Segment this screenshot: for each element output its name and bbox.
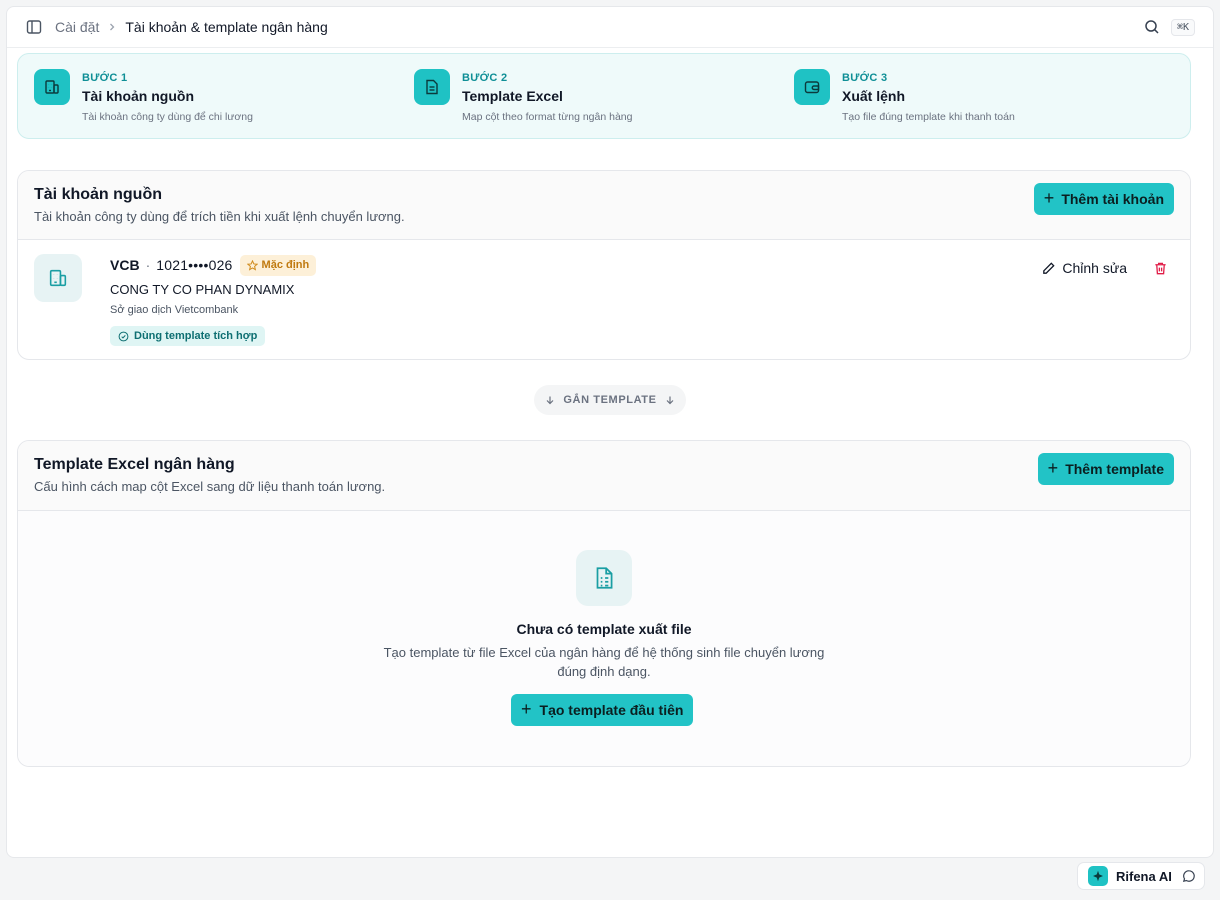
ai-assistant-button[interactable]: Rifena AI (1077, 862, 1205, 890)
plus-icon: + (1043, 188, 1055, 208)
plus-icon: + (1047, 458, 1059, 478)
button-label: Thêm template (1065, 461, 1164, 477)
top-bar: Cài đặt Tài khoản & template ngân hàng ⌘… (7, 7, 1213, 48)
step-desc: Tài khoản công ty dùng để chi lương (82, 111, 253, 123)
account-bank: VCB (110, 257, 140, 273)
search-shortcut-badge[interactable]: ⌘K (1170, 18, 1195, 36)
card-title: Template Excel ngân hàng (34, 456, 235, 473)
chevron-right-icon (107, 22, 117, 32)
step-desc: Tạo file đúng template khi thanh toán (842, 111, 1015, 123)
connector-label: GẮN TEMPLATE (563, 394, 657, 406)
card-title: Tài khoản nguồn (34, 186, 162, 203)
default-badge-label: Mặc định (261, 259, 310, 271)
card-header: Template Excel ngân hàng Cấu hình cách m… (18, 441, 1190, 511)
button-label: Tạo template đầu tiên (539, 702, 684, 718)
breadcrumb-current: Tài khoản & template ngân hàng (125, 19, 328, 35)
account-branch: Sở giao dịch Vietcombank (110, 304, 239, 316)
plus-icon: + (521, 699, 532, 719)
account-row: VCB · 1021••••026 Mặc định CONG TY CO PH… (18, 240, 1190, 359)
star-icon (246, 259, 258, 271)
edit-label: Chỉnh sửa (1062, 260, 1127, 276)
search-icon[interactable] (1143, 18, 1161, 36)
add-template-button[interactable]: + Thêm template (1037, 453, 1174, 485)
template-badge: Dùng template tích hợp (110, 326, 266, 346)
arrow-down-icon (666, 396, 674, 405)
bank-templates-card: Template Excel ngân hàng Cấu hình cách m… (17, 440, 1191, 767)
sidebar-toggle-icon[interactable] (25, 18, 43, 36)
account-company: CONG TY CO PHAN DYNAMIX (110, 282, 295, 297)
trash-icon[interactable] (1153, 261, 1168, 276)
file-spreadsheet-icon (576, 550, 632, 606)
edit-account-button[interactable]: Chỉnh sửa (1041, 260, 1127, 276)
step-1: BƯỚC 1 Tài khoản nguồn Tài khoản công ty… (34, 69, 414, 123)
empty-state: Chưa có template xuất file Tạo template … (18, 511, 1190, 766)
default-badge: Mặc định (239, 254, 317, 276)
step-title: Tài khoản nguồn (82, 88, 194, 104)
step-desc: Map cột theo format từng ngân hàng (462, 111, 633, 123)
card-subtitle: Cấu hình cách map cột Excel sang dữ liệu… (34, 479, 386, 494)
template-badge-label: Dùng template tích hợp (134, 330, 258, 342)
arrow-down-icon (546, 396, 554, 405)
check-circle-icon (118, 331, 129, 341)
ai-label: Rifena AI (1116, 868, 1172, 884)
step-title: Xuất lệnh (842, 88, 906, 104)
step-label: BƯỚC 3 (842, 72, 888, 84)
steps-banner: BƯỚC 1 Tài khoản nguồn Tài khoản công ty… (17, 53, 1191, 139)
step-2: BƯỚC 2 Template Excel Map cột theo forma… (414, 69, 794, 123)
card-subtitle: Tài khoản công ty dùng để trích tiền khi… (34, 209, 405, 224)
empty-title: Chưa có template xuất file (516, 621, 692, 637)
building-icon (34, 69, 70, 105)
add-account-button[interactable]: + Thêm tài khoản (1033, 183, 1174, 215)
step-label: BƯỚC 1 (82, 72, 128, 84)
attach-template-connector: GẮN TEMPLATE (534, 385, 686, 415)
step-3: BƯỚC 3 Xuất lệnh Tạo file đúng template … (794, 69, 1174, 123)
building-icon (34, 254, 82, 302)
empty-desc: Tạo template từ file Excel của ngân hàng… (383, 645, 825, 679)
create-first-template-button[interactable]: + Tạo template đầu tiên (511, 694, 694, 726)
chat-bubble-icon (1182, 869, 1196, 883)
pencil-icon (1043, 261, 1055, 274)
step-label: BƯỚC 2 (462, 72, 508, 84)
source-accounts-card: Tài khoản nguồn Tài khoản công ty dùng đ… (17, 170, 1191, 360)
sparkle-icon (1088, 866, 1108, 886)
step-title: Template Excel (462, 88, 563, 104)
account-number: 1021••••026 (156, 257, 233, 273)
breadcrumb-root[interactable]: Cài đặt (55, 19, 99, 35)
button-label: Thêm tài khoản (1061, 191, 1164, 207)
separator-dot: · (145, 257, 151, 273)
wallet-icon (794, 69, 830, 105)
card-header: Tài khoản nguồn Tài khoản công ty dùng đ… (18, 171, 1190, 240)
file-spreadsheet-icon (414, 69, 450, 105)
